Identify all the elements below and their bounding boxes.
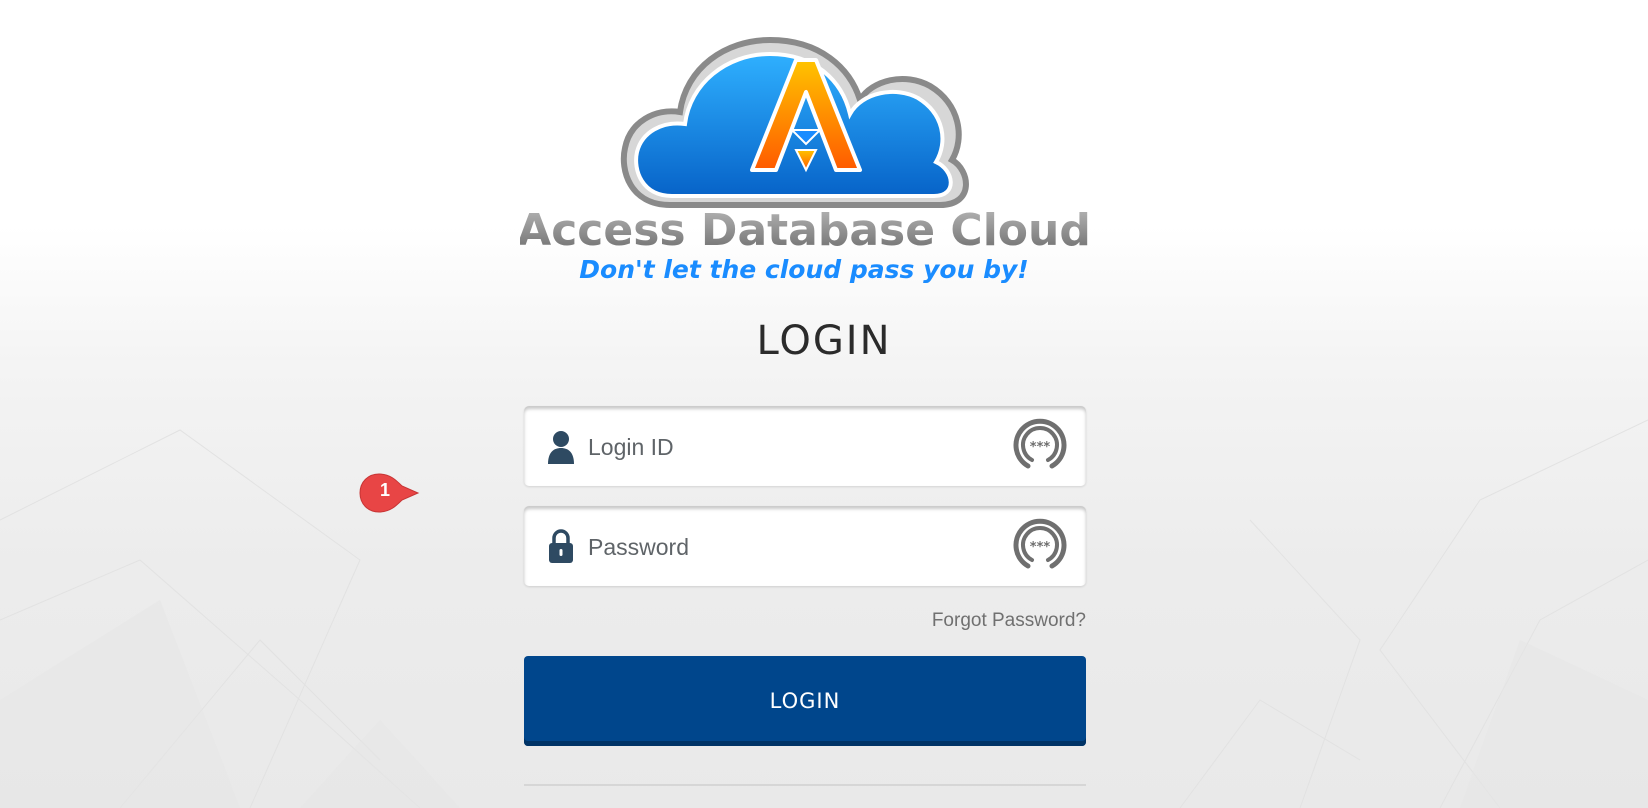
- login-id-field[interactable]: ***: [524, 406, 1086, 486]
- forgot-password-link[interactable]: Forgot Password?: [900, 610, 1086, 632]
- password-field[interactable]: ***: [524, 506, 1086, 586]
- callout-step-number: 1: [379, 480, 390, 500]
- brand-logo: Access Database Cloud Don't let the clou…: [520, 36, 1088, 284]
- brand-name: Access Database Cloud: [520, 205, 1088, 256]
- login-button[interactable]: LOGIN: [524, 656, 1086, 746]
- svg-text:***: ***: [1030, 440, 1051, 455]
- password-manager-icon[interactable]: ***: [1010, 516, 1070, 576]
- page-title: LOGIN: [756, 318, 892, 364]
- user-icon: [548, 431, 574, 464]
- password-manager-icon[interactable]: ***: [1010, 416, 1070, 476]
- password-input[interactable]: [586, 524, 990, 570]
- brand-tagline: Don't let the cloud pass you by!: [579, 255, 1028, 284]
- divider: [524, 784, 1086, 786]
- svg-text:***: ***: [1030, 540, 1051, 555]
- lock-icon: [549, 529, 573, 563]
- login-id-input[interactable]: [586, 424, 990, 470]
